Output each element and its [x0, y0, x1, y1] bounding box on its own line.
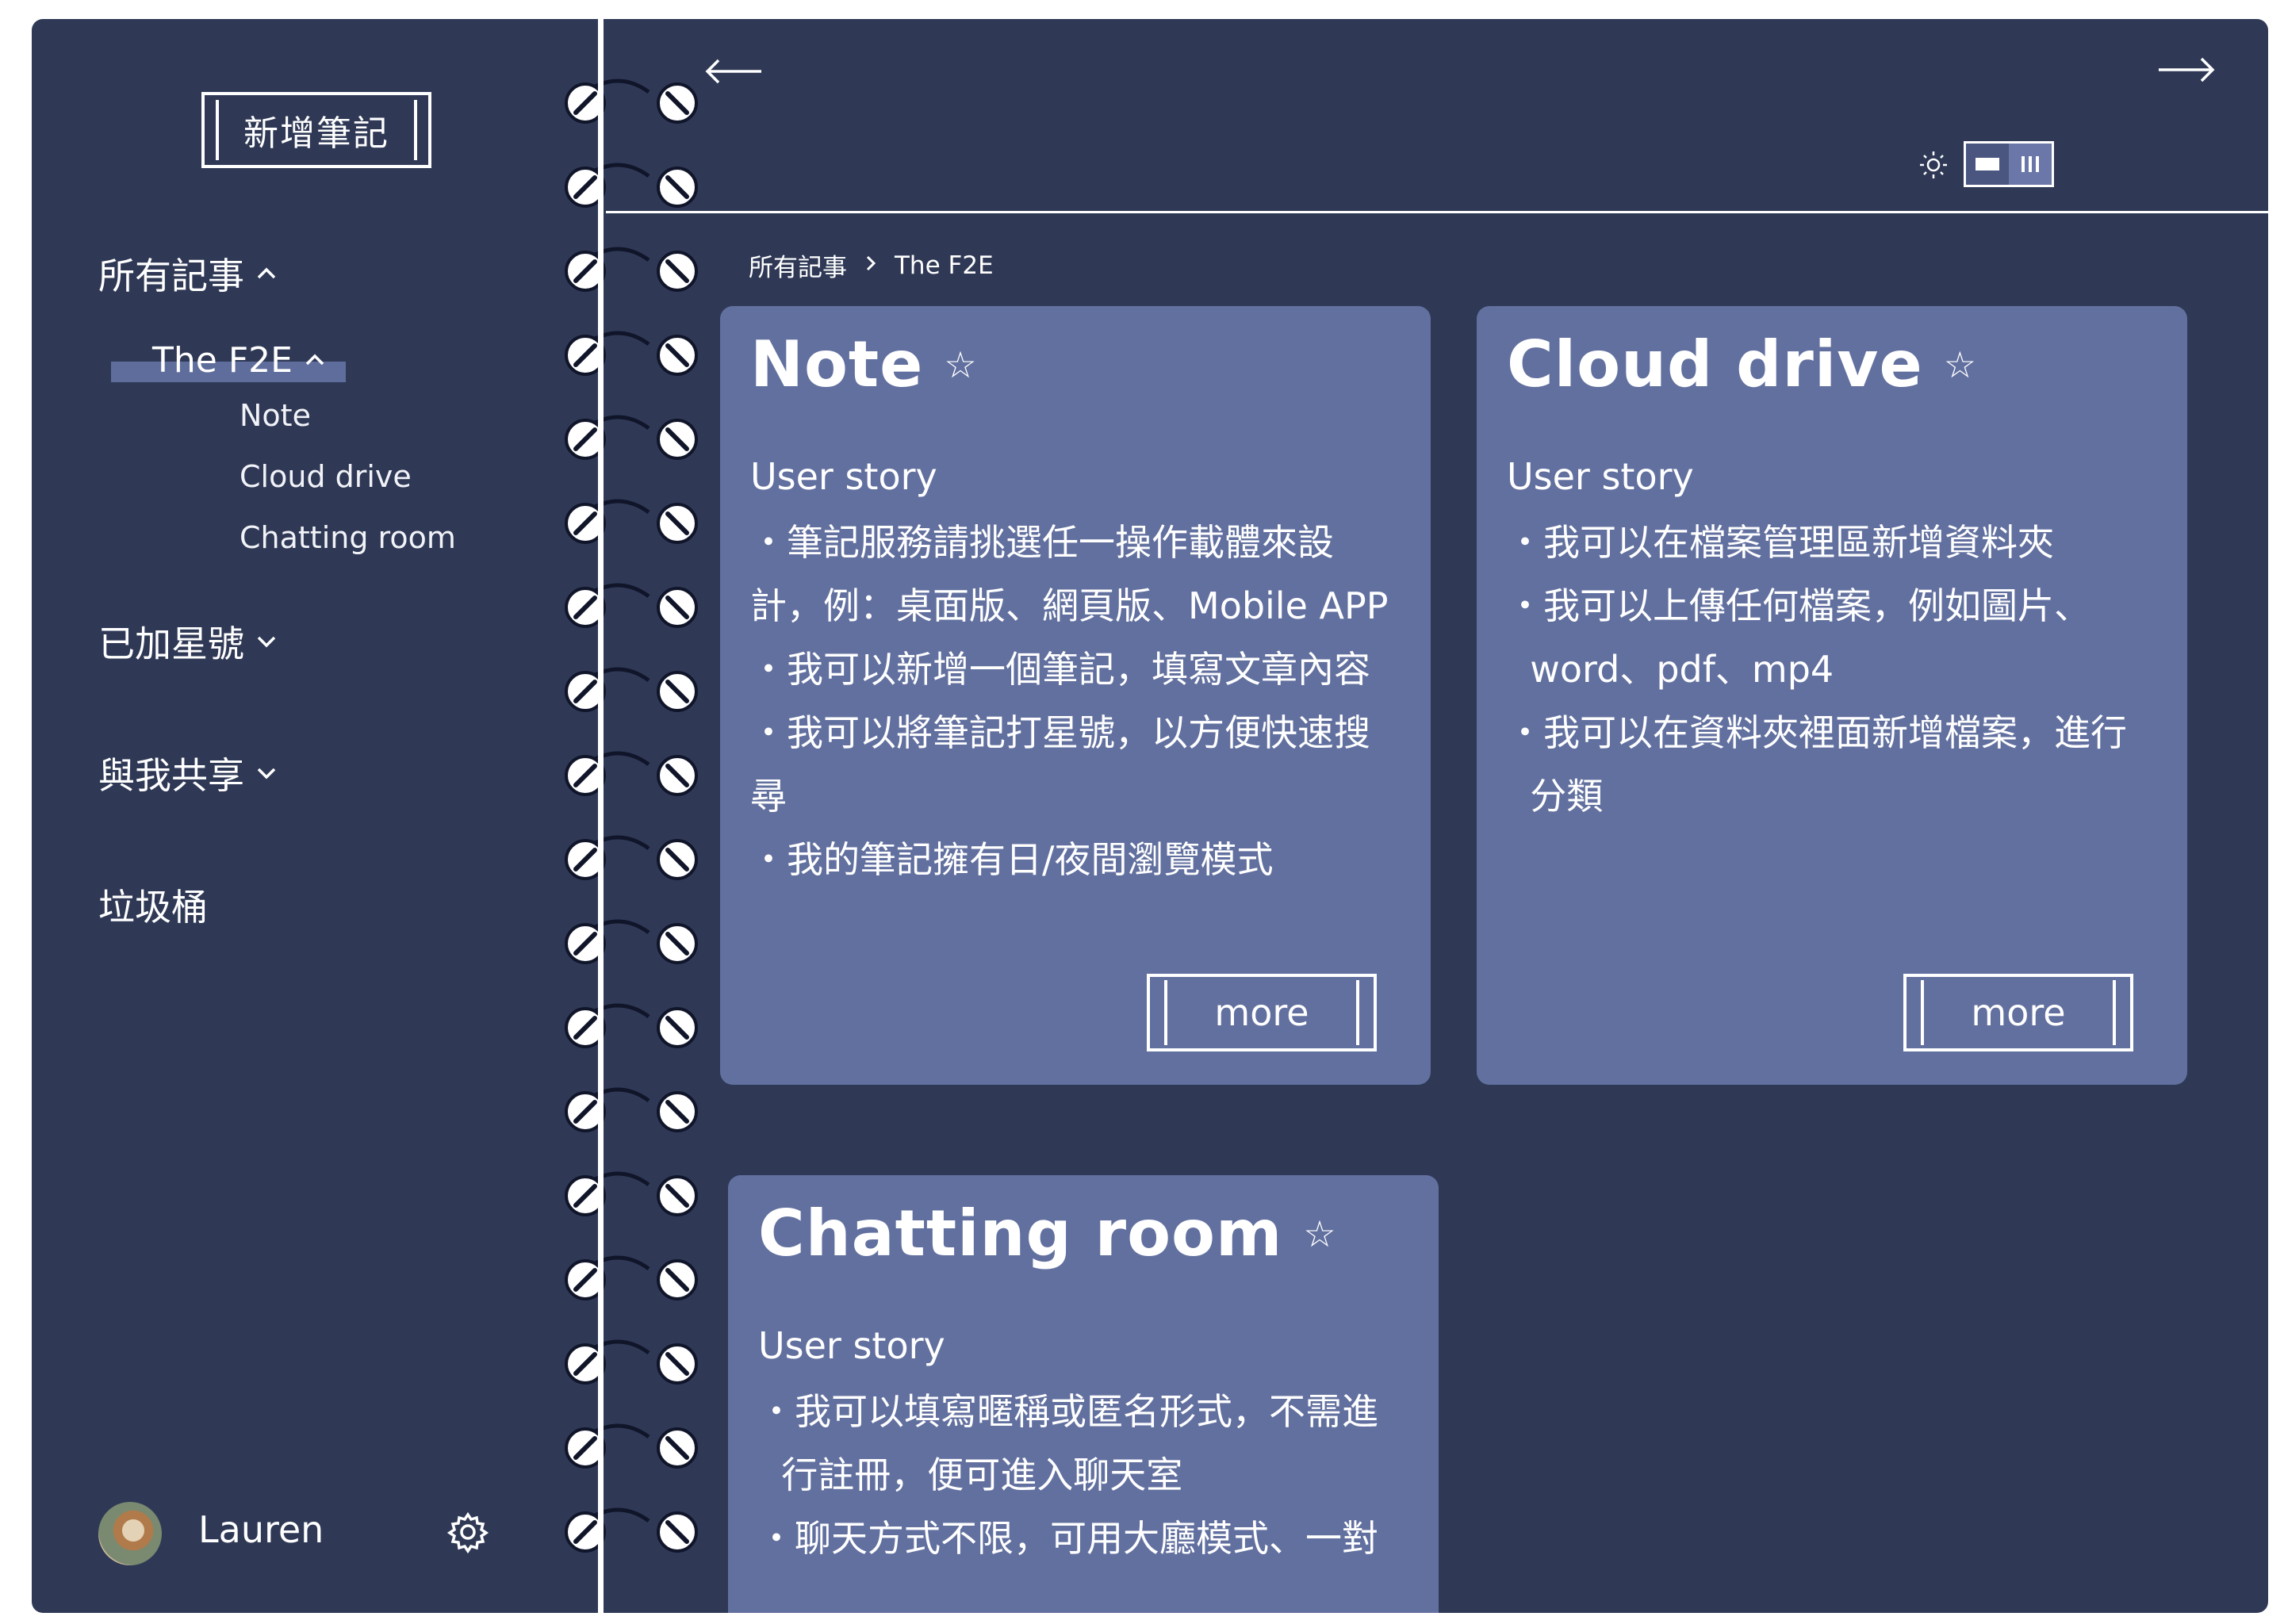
- card-line: 尋: [750, 775, 787, 818]
- binding-ring: [565, 751, 698, 796]
- breadcrumb-current: The F2E: [895, 251, 994, 280]
- cloud-drive-card: Cloud drive ☆ User story ・我可以在檔案管理區新增資料夾…: [1477, 306, 2187, 1085]
- card-line: ・我可以在資料夾裡面新增檔案，進行: [1507, 711, 2127, 754]
- chevron-right-icon: [864, 251, 877, 279]
- chevron-down-icon: [255, 760, 278, 787]
- nav-starred[interactable]: 已加星號: [98, 615, 278, 668]
- card-line: 計，例：桌面版、網頁版、Mobile APP: [750, 584, 1389, 627]
- card-subtitle: User story: [750, 455, 937, 498]
- arrow-right-icon[interactable]: [2154, 54, 2217, 86]
- card-title: Cloud drive: [1507, 327, 1923, 401]
- card-body: ・我可以填寫暱稱或匿名形式，不需進 行註冊，便可進入聊天室 ・聊天方式不限，可用…: [758, 1380, 1408, 1570]
- chevron-up-icon: [255, 260, 278, 288]
- card-line: ・我可以上傳任何檔案，例如圖片、: [1507, 584, 2090, 627]
- nav-item-note[interactable]: Note: [240, 398, 311, 433]
- app-window: 新增筆記 所有記事 The F2E Note Cloud drive Chatt…: [32, 19, 2268, 1613]
- page-divider: [598, 19, 604, 1613]
- card-body: ・筆記服務請挑選任一操作載體來設 計，例：桌面版、網頁版、Mobile APP …: [750, 511, 1401, 891]
- card-line: ・我的筆記擁有日/夜間瀏覽模式: [750, 838, 1274, 881]
- chatting-room-card: Chatting room ☆ User story ・我可以填寫暱稱或匿名形式…: [728, 1175, 1439, 1613]
- binding-ring: [565, 583, 698, 628]
- binding-ring: [565, 919, 698, 964]
- nav-all-notes[interactable]: 所有記事: [98, 247, 278, 300]
- nav-trash[interactable]: 垃圾桶: [98, 879, 208, 931]
- card-line: ・聊天方式不限，可用大廳模式、一對: [758, 1517, 1378, 1560]
- view-toggle: [1964, 141, 2054, 187]
- binding-ring: [565, 835, 698, 880]
- star-icon[interactable]: ☆: [1303, 1216, 1336, 1252]
- card-body: ・我可以在檔案管理區新增資料夾 ・我可以上傳任何檔案，例如圖片、 word、pd…: [1507, 511, 2157, 828]
- gear-icon[interactable]: [446, 1510, 490, 1554]
- star-icon[interactable]: ☆: [1944, 347, 1977, 383]
- nav-starred-label: 已加星號: [98, 622, 244, 665]
- binding-ring: [565, 1507, 698, 1553]
- card-line: ・我可以填寫暱稱或匿名形式，不需進: [758, 1390, 1378, 1433]
- nav-notebook-the-f2e[interactable]: The F2E: [111, 327, 346, 393]
- card-title: Chatting room: [758, 1197, 1283, 1270]
- card-line: ・筆記服務請挑選任一操作載體來設: [750, 521, 1334, 564]
- more-button[interactable]: more: [1903, 974, 2133, 1051]
- card-line: 行註冊，便可進入聊天室: [758, 1454, 1183, 1496]
- more-button[interactable]: more: [1147, 974, 1377, 1051]
- binding-ring: [565, 1423, 698, 1469]
- user-name: Lauren: [198, 1508, 324, 1551]
- chevron-down-icon: [255, 628, 278, 656]
- star-icon[interactable]: ☆: [944, 347, 977, 383]
- card-line: ・我可以將筆記打星號，以方便快速搜: [750, 711, 1370, 754]
- arrow-left-icon[interactable]: [703, 56, 766, 87]
- card-subtitle: User story: [1507, 455, 1694, 498]
- binding-ring: [565, 1087, 698, 1132]
- breadcrumb-root[interactable]: 所有記事: [749, 247, 847, 283]
- binding-ring: [565, 331, 698, 376]
- column-view-icon[interactable]: [2009, 144, 2052, 185]
- chevron-up-icon: [304, 347, 326, 374]
- card-title: Note: [750, 327, 924, 401]
- card-line: ・我可以新增一個筆記，填寫文章內容: [750, 648, 1370, 691]
- nav-item-cloud-drive[interactable]: Cloud drive: [240, 459, 412, 494]
- binding-ring: [565, 1003, 698, 1048]
- avatar[interactable]: [98, 1502, 162, 1565]
- new-note-button[interactable]: 新增筆記: [201, 92, 431, 168]
- binding-ring: [565, 163, 698, 208]
- binding-ring: [565, 415, 698, 460]
- binding-ring: [565, 499, 698, 544]
- binding-ring: [565, 79, 698, 124]
- spiral-binding: [565, 79, 698, 1553]
- card-subtitle: User story: [758, 1324, 945, 1367]
- card-line: ・我可以在檔案管理區新增資料夾: [1507, 521, 2054, 564]
- binding-ring: [565, 1339, 698, 1385]
- card-line: word、pdf、mp4: [1507, 648, 1834, 691]
- binding-ring: [565, 247, 698, 292]
- nav-shared-label: 與我共享: [98, 754, 244, 797]
- binding-ring: [565, 1171, 698, 1216]
- sun-icon[interactable]: [1918, 149, 1949, 181]
- header-divider: [606, 211, 2268, 213]
- binding-ring: [565, 667, 698, 712]
- binding-ring: [565, 1255, 698, 1300]
- nav-shared[interactable]: 與我共享: [98, 747, 278, 799]
- note-card: Note ☆ User story ・筆記服務請挑選任一操作載體來設 計，例：桌…: [720, 306, 1431, 1085]
- card-line: 分類: [1507, 775, 1604, 818]
- single-view-icon[interactable]: [1966, 144, 2009, 185]
- nav-trash-label: 垃圾桶: [98, 886, 208, 929]
- nav-notebook-label: The F2E: [152, 339, 293, 381]
- breadcrumb: 所有記事 The F2E: [749, 247, 994, 283]
- nav-all-notes-label: 所有記事: [98, 255, 244, 297]
- nav-item-chatting-room[interactable]: Chatting room: [240, 520, 456, 555]
